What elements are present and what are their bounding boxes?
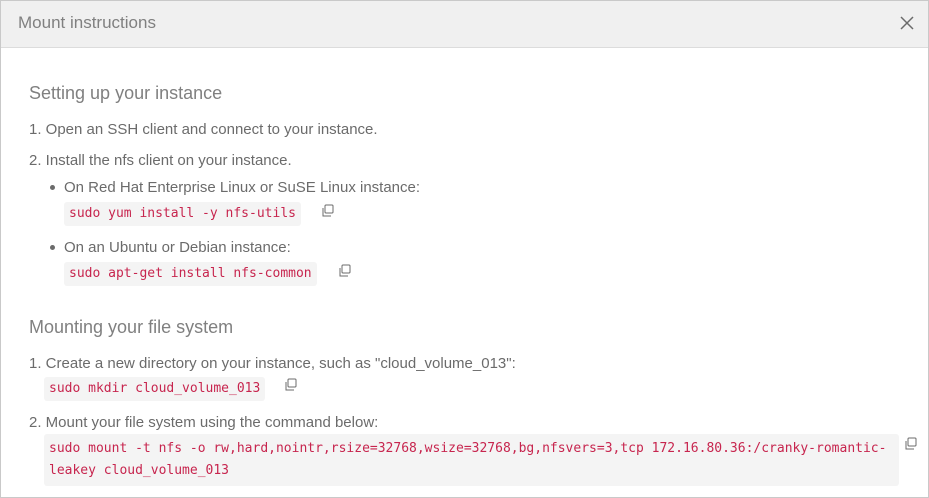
setup-step-1: 1. Open an SSH client and connect to you… bbox=[29, 121, 378, 138]
copy-mkdir-button[interactable] bbox=[284, 378, 298, 392]
bullet-rhel-label: On Red Hat Enterprise Linux or SuSE Linu… bbox=[64, 179, 421, 196]
bullet-dot bbox=[50, 185, 55, 190]
copy-icon bbox=[339, 264, 351, 277]
bullet-dot bbox=[50, 245, 55, 250]
copy-icon bbox=[285, 378, 297, 391]
close-icon bbox=[900, 16, 914, 30]
code-mkdir[interactable]: sudo mkdir cloud_volume_013 bbox=[44, 377, 266, 401]
mount-heading: Mounting your file system bbox=[29, 317, 234, 337]
dialog-title: Mount instructions bbox=[18, 13, 156, 32]
mount-step-2: 2. Mount your file system using the comm… bbox=[29, 414, 379, 431]
mount-instructions-dialog: Mount instructions Setting up your insta… bbox=[0, 0, 929, 498]
copy-yum-button[interactable] bbox=[321, 204, 335, 218]
copy-icon bbox=[905, 437, 917, 450]
code-yum-install[interactable]: sudo yum install -y nfs-utils bbox=[64, 202, 301, 226]
copy-icon bbox=[322, 204, 334, 217]
copy-apt-button[interactable] bbox=[338, 264, 352, 278]
code-mount-command[interactable]: sudo mount -t nfs -o rw,hard,nointr,rsiz… bbox=[44, 434, 899, 486]
copy-mount-button[interactable] bbox=[904, 437, 918, 451]
dialog-header: Mount instructions bbox=[1, 1, 928, 48]
close-button[interactable] bbox=[898, 14, 916, 32]
setup-heading: Setting up your instance bbox=[29, 83, 223, 103]
setup-step-2: 2. Install the nfs client on your instan… bbox=[29, 152, 292, 169]
code-apt-install[interactable]: sudo apt-get install nfs-common bbox=[64, 262, 317, 286]
bullet-ubuntu-label: On an Ubuntu or Debian instance: bbox=[64, 239, 291, 256]
mount-step-1: 1. Create a new directory on your instan… bbox=[29, 355, 516, 372]
